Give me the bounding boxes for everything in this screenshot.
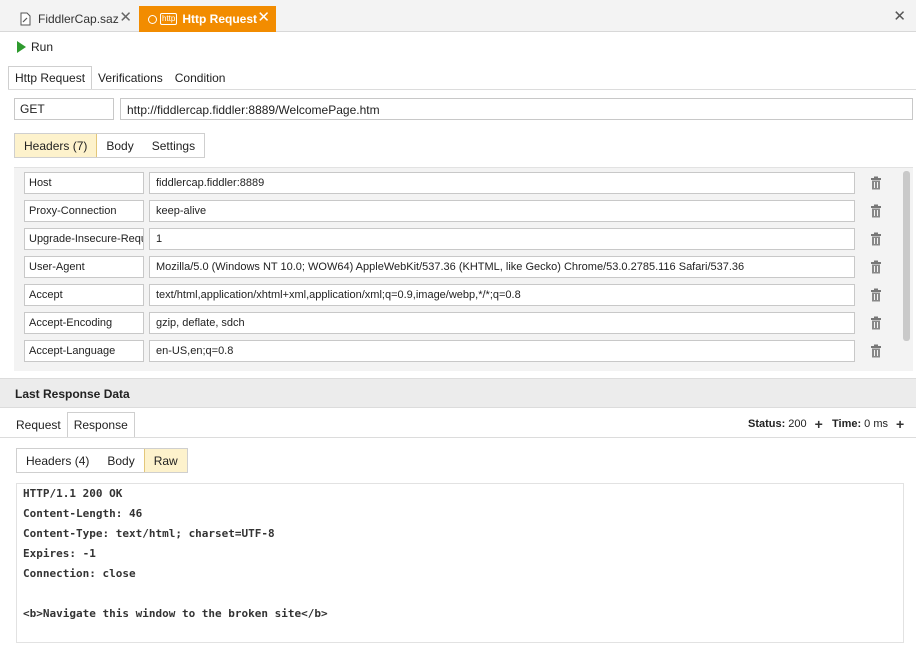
trash-icon[interactable] — [868, 287, 884, 303]
doc-tab-label: Http Request — [182, 12, 258, 26]
raw-line: Content-Type: text/html; charset=UTF-8 — [23, 527, 275, 540]
raw-line: <b>Navigate this window to the broken si… — [23, 607, 328, 620]
last-response-header: Last Response Data — [0, 378, 916, 408]
headers-grid: Host fiddlercap.fiddler:8889 Proxy-Conne… — [14, 167, 913, 371]
subtab-headers[interactable]: Headers (4) — [17, 449, 98, 472]
header-name-field[interactable]: User-Agent — [24, 256, 144, 278]
time-value: 0 ms — [864, 418, 888, 430]
pin-icon — [148, 14, 157, 24]
url-field[interactable]: http://fiddlercap.fiddler:8889/WelcomePa… — [120, 98, 913, 120]
status-value: 200 — [788, 418, 807, 430]
subtab-headers[interactable]: Headers (7) — [15, 134, 98, 157]
tab-verifications[interactable]: Verifications — [92, 66, 169, 90]
header-value-field[interactable]: 1 — [149, 228, 855, 250]
raw-line: Expires: -1 — [23, 547, 96, 560]
header-row: User-Agent Mozilla/5.0 (Windows NT 10.0;… — [24, 256, 904, 278]
header-value-field[interactable]: Mozilla/5.0 (Windows NT 10.0; WOW64) App… — [149, 256, 855, 278]
header-row: Proxy-Connection keep-alive — [24, 200, 904, 222]
response-subtabs: Headers (4) Body Raw — [16, 448, 188, 473]
section-title: Last Response Data — [15, 387, 130, 401]
add-icon[interactable]: + — [815, 417, 823, 431]
run-label: Run — [31, 40, 54, 54]
raw-line: Content-Length: 46 — [23, 507, 143, 520]
subtab-settings[interactable]: Settings — [143, 134, 204, 157]
trash-icon[interactable] — [868, 203, 884, 219]
header-value-field[interactable]: en-US,en;q=0.8 — [149, 340, 855, 362]
status-indicator: Status: 200 + — [748, 417, 823, 431]
play-icon — [17, 41, 26, 53]
header-row: Host fiddlercap.fiddler:8889 — [24, 172, 904, 194]
header-name-field[interactable]: Accept-Encoding — [24, 312, 144, 334]
trash-icon[interactable] — [868, 175, 884, 191]
header-value-field[interactable]: gzip, deflate, sdch — [149, 312, 855, 334]
header-name-field[interactable]: Host — [24, 172, 144, 194]
raw-line: HTTP/1.1 200 OK — [23, 487, 123, 500]
tab-response[interactable]: Response — [66, 412, 135, 438]
header-name-field[interactable]: Proxy-Connection — [24, 200, 144, 222]
request-subtabs: Headers (7) Body Settings — [14, 133, 206, 158]
document-tab-strip: FiddlerCap.saz ✕ http Http Request ✕ ✕ — [0, 0, 916, 32]
doc-tab-label: FiddlerCap.saz — [38, 12, 119, 26]
header-row: Accept-Encoding gzip, deflate, sdch — [24, 312, 904, 334]
raw-line: Connection: close — [23, 567, 136, 580]
doc-tab-http-request[interactable]: http Http Request ✕ — [139, 6, 276, 32]
raw-response-text[interactable]: HTTP/1.1 200 OK Content-Length: 46 Conte… — [16, 483, 904, 643]
trash-icon[interactable] — [868, 315, 884, 331]
trash-icon[interactable] — [868, 231, 884, 247]
header-name-field[interactable]: Accept — [24, 284, 144, 306]
header-row: Accept-Language en-US,en;q=0.8 — [24, 340, 904, 362]
divider — [8, 89, 916, 90]
tab-http-request[interactable]: Http Request — [8, 66, 93, 90]
add-icon[interactable]: + — [896, 417, 904, 431]
method-field[interactable]: GET — [14, 98, 114, 120]
response-tabs: Request Response — [10, 412, 135, 438]
trash-icon[interactable] — [868, 259, 884, 275]
status-label: Status: — [748, 418, 786, 430]
run-button[interactable]: Run — [17, 40, 53, 54]
http-icon: http — [160, 13, 178, 25]
request-tabs: Http Request Verifications Condition — [8, 66, 231, 90]
document-icon — [18, 12, 32, 26]
subtab-body[interactable]: Body — [98, 449, 143, 472]
header-row: Upgrade-Insecure-Requ 1 — [24, 228, 904, 250]
header-value-field[interactable]: text/html,application/xhtml+xml,applicat… — [149, 284, 855, 306]
tab-condition[interactable]: Condition — [169, 66, 232, 90]
time-label: Time: — [832, 418, 862, 430]
doc-tab-fiddlercap[interactable]: FiddlerCap.saz ✕ — [10, 6, 138, 32]
divider — [0, 437, 916, 438]
time-indicator: Time: 0 ms + — [832, 417, 904, 431]
headers-scrollbar[interactable] — [903, 171, 910, 341]
close-icon[interactable]: ✕ — [119, 10, 132, 26]
header-row: Accept text/html,application/xhtml+xml,a… — [24, 284, 904, 306]
header-value-field[interactable]: keep-alive — [149, 200, 855, 222]
tab-request[interactable]: Request — [10, 412, 67, 438]
window-close-icon[interactable]: ✕ — [893, 7, 906, 25]
raw-line — [23, 586, 897, 606]
close-icon[interactable]: ✕ — [257, 10, 270, 26]
subtab-body[interactable]: Body — [97, 134, 142, 157]
header-name-field[interactable]: Upgrade-Insecure-Requ — [24, 228, 144, 250]
header-value-field[interactable]: fiddlercap.fiddler:8889 — [149, 172, 855, 194]
subtab-raw[interactable]: Raw — [143, 449, 187, 472]
header-name-field[interactable]: Accept-Language — [24, 340, 144, 362]
trash-icon[interactable] — [868, 343, 884, 359]
